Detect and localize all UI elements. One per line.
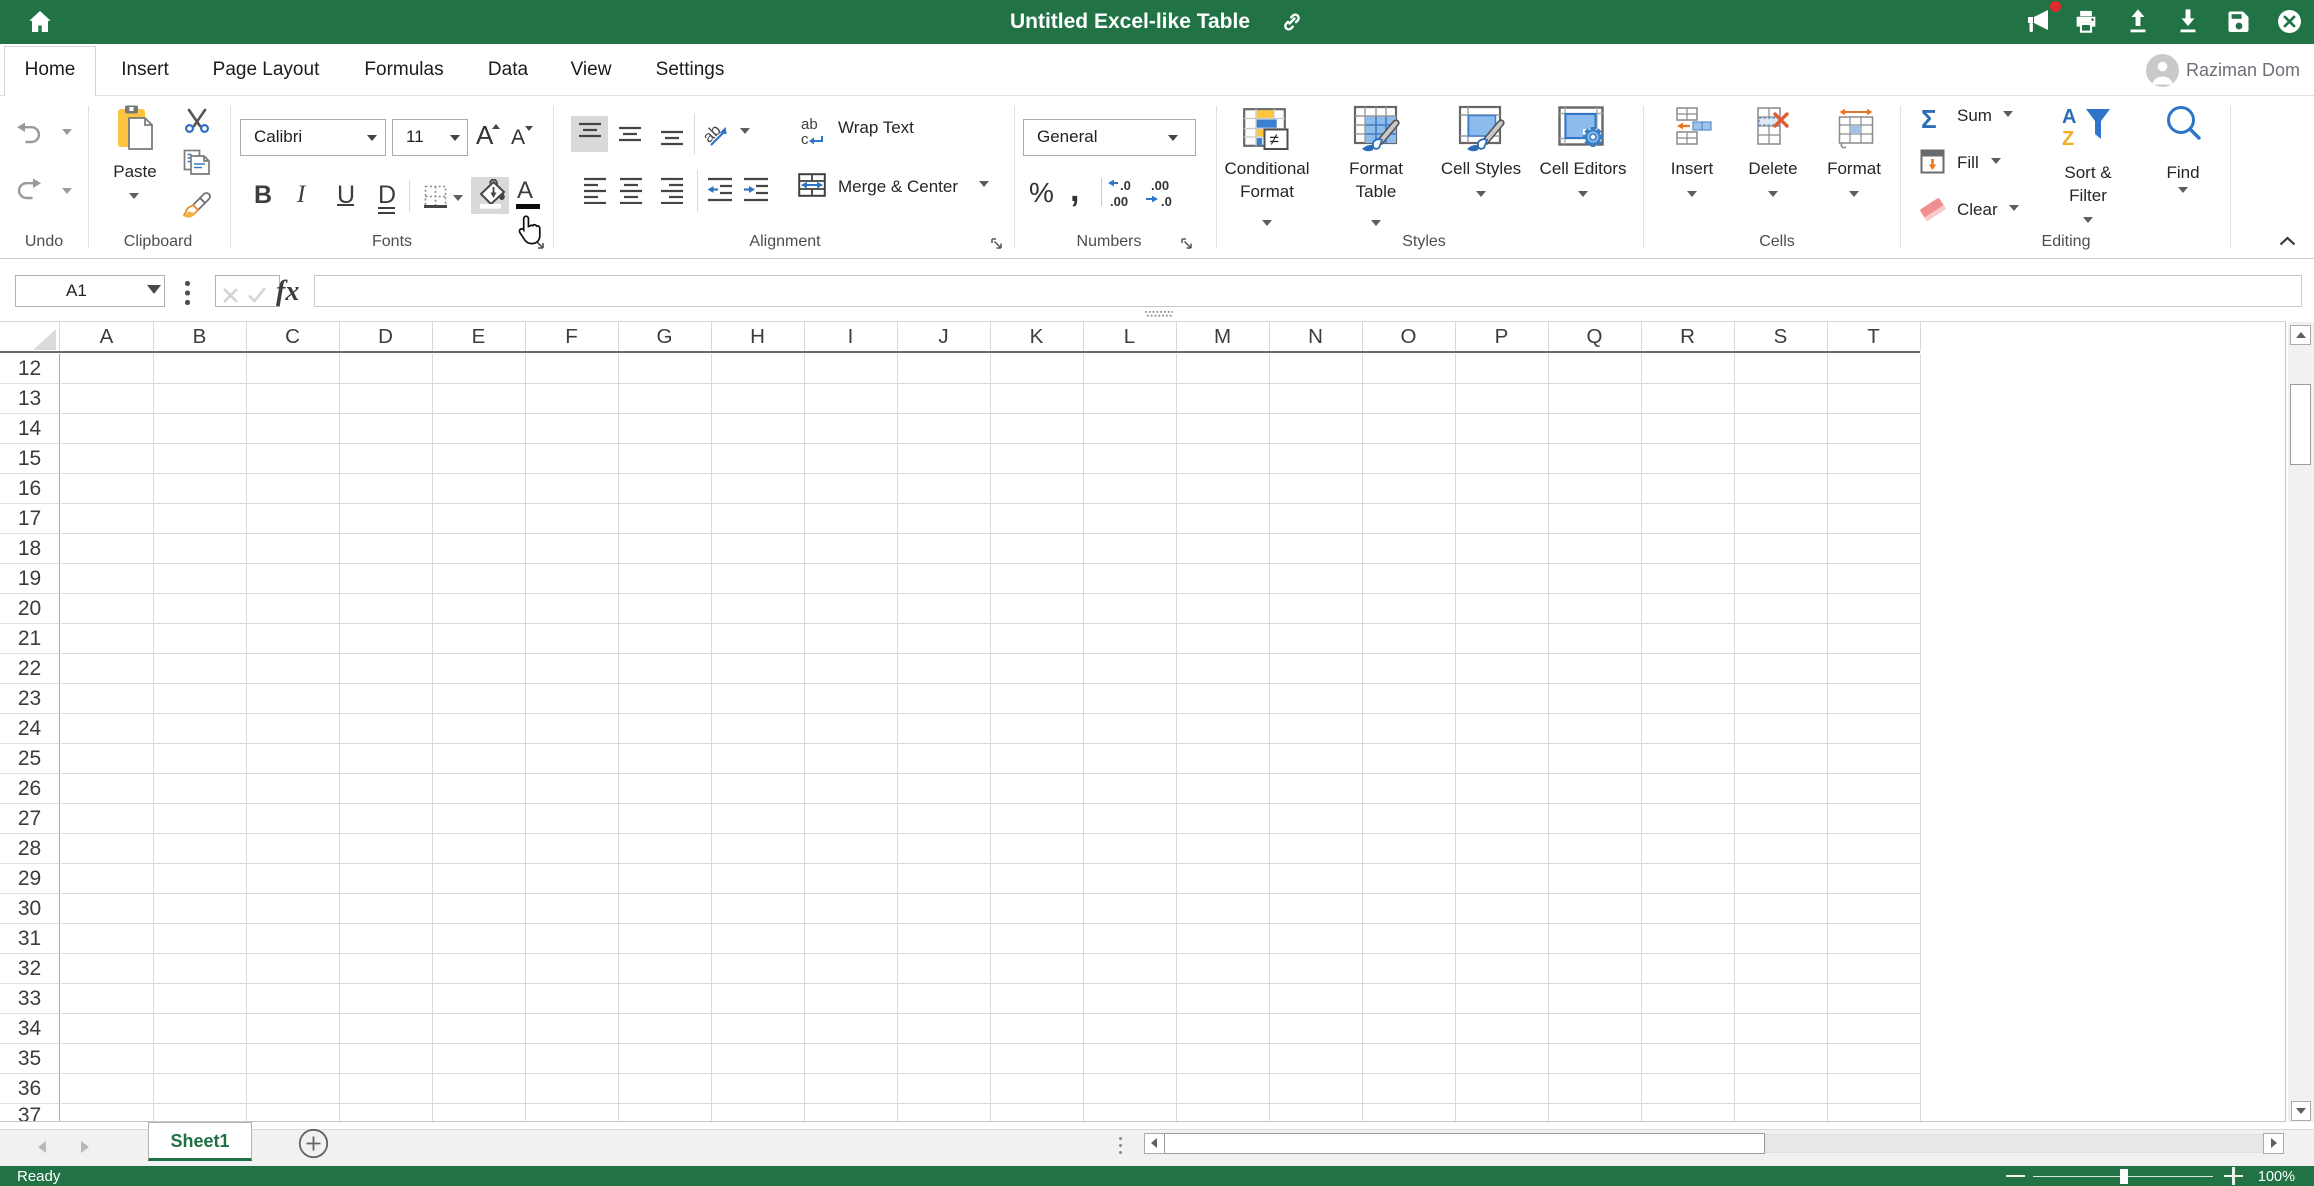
svg-text:.00: .00 xyxy=(1110,194,1128,209)
svg-text:A: A xyxy=(2062,106,2076,128)
svg-text:.0: .0 xyxy=(1120,178,1131,193)
svg-text:.00: .00 xyxy=(1151,178,1169,193)
svg-text:.0: .0 xyxy=(1161,194,1172,209)
svg-text:c: c xyxy=(801,131,809,146)
svg-text:≠: ≠ xyxy=(1270,130,1279,149)
svg-text:Z: Z xyxy=(2062,128,2074,149)
